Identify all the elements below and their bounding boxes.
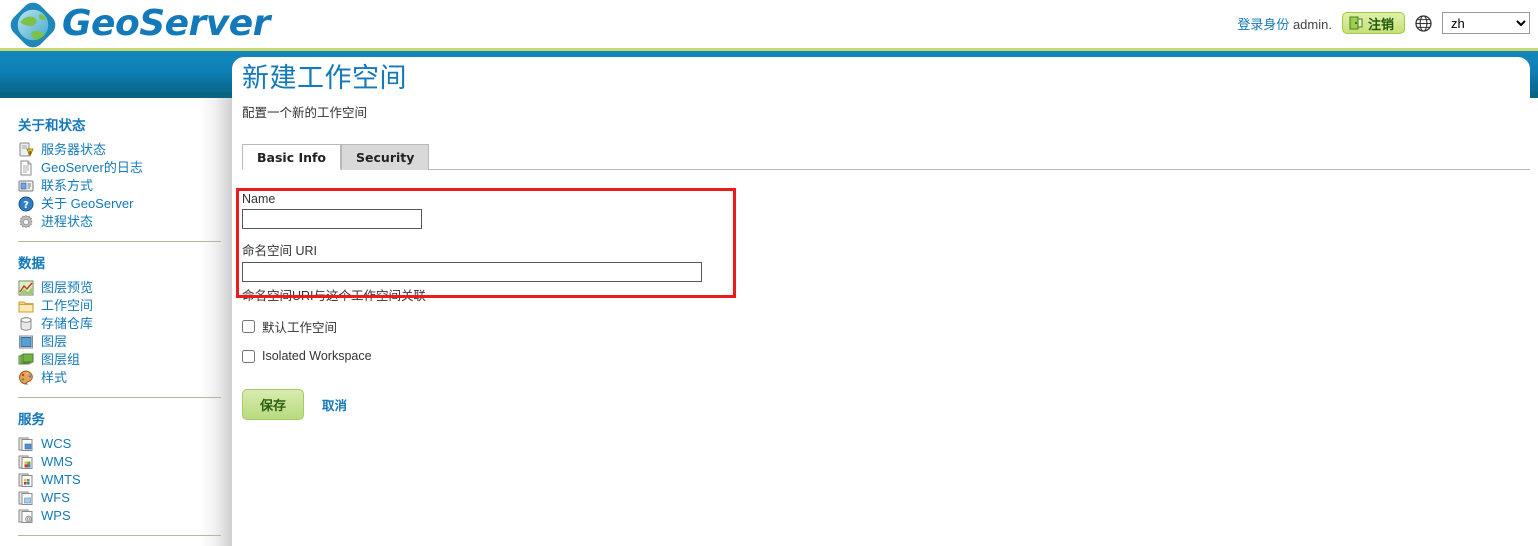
- logout-label: 注销: [1367, 16, 1394, 32]
- palette-icon: [18, 370, 34, 386]
- logout-door-icon: [1349, 16, 1363, 30]
- save-button[interactable]: 保存: [242, 389, 305, 421]
- page-subtitle: 配置一个新的工作空间: [242, 106, 368, 121]
- sidebar-item-label: WPS: [41, 508, 71, 523]
- database-icon: [18, 316, 34, 332]
- geoserver-globe-icon: [10, 2, 56, 48]
- workspace-form: Name 命名空间 URI 命名空间URI与这个工作空间关联 默认工作空间 Is…: [236, 188, 1522, 421]
- uri-hint: 命名空间URI与这个工作空间关联: [242, 289, 427, 304]
- sidebar-section-title-about: 关于和状态: [18, 118, 86, 133]
- login-username: admin.: [1292, 16, 1332, 32]
- brand-name: GeoServer: [62, 2, 270, 44]
- document-icon: [18, 160, 34, 176]
- sidebar-item-contact[interactable]: 联系方式: [18, 177, 222, 195]
- sidebar-item-label: 样式: [41, 370, 68, 385]
- cancel-link[interactable]: 取消: [322, 395, 347, 414]
- sidebar-item-wps[interactable]: WPS: [18, 507, 222, 525]
- sidebar-item-layer-groups[interactable]: 图层组: [18, 351, 222, 369]
- map-preview-icon: [18, 280, 34, 296]
- sidebar-item-workspaces[interactable]: 工作空间: [18, 297, 222, 315]
- sidebar-section-title-services: 服务: [18, 412, 45, 427]
- name-input[interactable]: [242, 209, 422, 230]
- folder-icon: [18, 298, 34, 314]
- page-body: 新建工作空间 配置一个新的工作空间 Basic Info Security Na…: [236, 62, 1530, 421]
- sidebar-item-layers[interactable]: 图层: [18, 333, 222, 351]
- sidebar-item-label: 图层预览: [41, 280, 94, 295]
- sidebar-item-label: GeoServer的日志: [41, 160, 143, 175]
- language-globe-icon: [1415, 14, 1432, 32]
- tab-security[interactable]: Security: [341, 144, 430, 171]
- tab-strip: Basic Info Security: [242, 143, 1522, 171]
- sidebar-item-label: 进程状态: [41, 214, 94, 229]
- sidebar: 关于和状态 服务器状态 GeoServer的日志 联系方式 ? 关于 GeoSe…: [0, 98, 232, 546]
- sidebar-inner: 关于和状态 服务器状态 GeoServer的日志 联系方式 ? 关于 GeoSe…: [0, 98, 232, 546]
- header-actions: 登录身份 admin. 注销 zh: [1237, 8, 1530, 38]
- service-wcs-icon: [18, 436, 34, 452]
- default-workspace-label[interactable]: 默认工作空间: [262, 317, 337, 336]
- service-wmts-icon: [18, 472, 34, 488]
- namespace-uri-input[interactable]: [242, 262, 702, 283]
- sidebar-item-label: 图层: [41, 334, 68, 349]
- name-label: Name: [242, 192, 276, 207]
- sidebar-item-label: 关于 GeoServer: [41, 196, 134, 211]
- sidebar-item-label: 联系方式: [41, 178, 94, 193]
- gear-icon: [18, 214, 34, 230]
- default-workspace-checkbox[interactable]: [242, 320, 255, 334]
- sidebar-section-title-data: 数据: [18, 256, 45, 271]
- checkbox-row-default-workspace[interactable]: 默认工作空间: [242, 317, 1522, 336]
- checkbox-row-isolated-workspace[interactable]: Isolated Workspace: [242, 349, 1522, 363]
- isolated-workspace-label[interactable]: Isolated Workspace: [262, 349, 372, 363]
- sidebar-item-label: WMS: [41, 454, 73, 469]
- sidebar-item-label: WFS: [41, 490, 70, 505]
- service-wms-icon: [18, 454, 34, 470]
- sidebar-item-about-geoserver[interactable]: ? 关于 GeoServer: [18, 195, 222, 213]
- question-circle-icon: ?: [18, 196, 34, 212]
- form-actions: 保存 取消: [242, 389, 1522, 421]
- sidebar-item-styles[interactable]: 样式: [18, 369, 222, 387]
- sidebar-divider-3: [18, 535, 221, 536]
- sidebar-item-wfs[interactable]: WFS: [18, 489, 222, 507]
- tab-basic-info[interactable]: Basic Info: [242, 144, 342, 171]
- sidebar-item-process-status[interactable]: 进程状态: [18, 213, 222, 231]
- sidebar-item-stores[interactable]: 存储仓库: [18, 315, 222, 333]
- top-header: GeoServer 登录身份 admin. 注销 zh: [0, 0, 1538, 48]
- sidebar-item-label: WMTS: [41, 472, 81, 487]
- sidebar-item-server-status[interactable]: 服务器状态: [18, 141, 222, 159]
- contact-card-icon: [18, 178, 34, 194]
- sidebar-item-wmts[interactable]: WMTS: [18, 471, 222, 489]
- sidebar-divider-2: [18, 397, 221, 398]
- sidebar-item-wms[interactable]: WMS: [18, 453, 222, 471]
- tab-bar: Basic Info Security: [242, 143, 1530, 171]
- layer-icon: [18, 334, 34, 350]
- sidebar-item-label: 工作空间: [41, 298, 94, 313]
- sidebar-item-layer-preview[interactable]: 图层预览: [18, 279, 222, 297]
- field-namespace-uri: 命名空间 URI 命名空间URI与这个工作空间关联: [242, 240, 1522, 304]
- svg-text:?: ?: [23, 200, 29, 211]
- sidebar-item-label: 图层组: [41, 352, 81, 367]
- language-select[interactable]: zh: [1442, 12, 1530, 34]
- layer-group-icon: [18, 352, 34, 368]
- login-prefix: 登录身份: [1237, 16, 1290, 32]
- service-wps-icon: [18, 508, 34, 524]
- sidebar-item-wcs[interactable]: WCS: [18, 435, 222, 453]
- isolated-workspace-checkbox[interactable]: [242, 349, 255, 363]
- sidebar-item-label: WCS: [41, 436, 72, 451]
- uri-label: 命名空间 URI: [242, 244, 318, 259]
- page-title: 新建工作空间: [242, 63, 407, 93]
- sidebar-list-data: 图层预览 工作空间 存储仓库 图层 图层组 样式: [18, 279, 222, 387]
- sidebar-item-label: 存储仓库: [41, 316, 94, 331]
- sidebar-divider-1: [18, 241, 221, 242]
- server-status-icon: [18, 142, 34, 158]
- logout-button[interactable]: 注销: [1341, 12, 1405, 34]
- login-status: 登录身份 admin.: [1237, 14, 1332, 33]
- sidebar-item-geoserver-logs[interactable]: GeoServer的日志: [18, 159, 222, 177]
- sidebar-item-label: 服务器状态: [41, 142, 107, 157]
- service-wfs-icon: [18, 490, 34, 506]
- sidebar-list-about: 服务器状态 GeoServer的日志 联系方式 ? 关于 GeoServer 进…: [18, 141, 222, 231]
- sidebar-list-services: WCS WMS WMTS WFS WPS: [18, 435, 222, 525]
- field-name: Name: [242, 192, 1522, 230]
- brand-logo[interactable]: GeoServer: [10, 2, 270, 48]
